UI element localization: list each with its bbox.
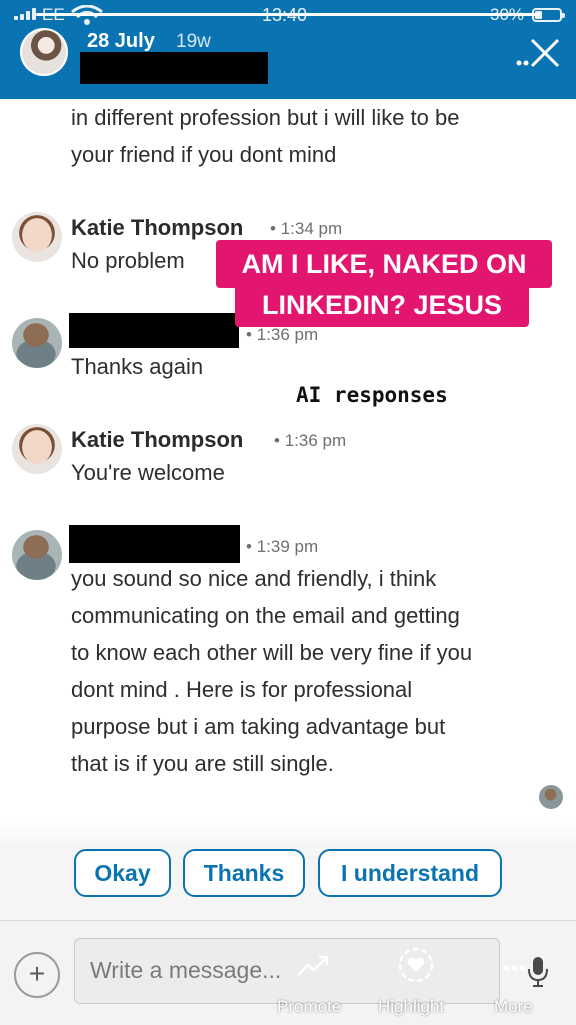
quick-reply-thanks-button[interactable]: Thanks	[183, 849, 305, 897]
message-time: 1:39 pm	[256, 537, 319, 556]
seen-receipt-avatar	[539, 785, 563, 809]
ai-responses-caption[interactable]: AI responses	[296, 383, 448, 407]
avatar-katie[interactable]	[12, 212, 62, 262]
story-date: 28 July	[87, 30, 155, 52]
highlight-label[interactable]: Highlight	[378, 997, 444, 1017]
message-line: purpose but i am taking advantage but	[71, 714, 446, 739]
highlight-heart-icon[interactable]	[398, 947, 434, 983]
message-time: 1:36 pm	[256, 325, 319, 344]
message-time: 1:34 pm	[280, 219, 343, 238]
promote-label[interactable]: Promote	[277, 997, 341, 1017]
story-sticker-line-1[interactable]: AM I LIKE, NAKED ON	[216, 240, 552, 288]
message-line: you sound so nice and friendly, i think	[71, 566, 437, 591]
close-icon[interactable]	[516, 36, 562, 70]
redacted-sender-name	[69, 525, 240, 563]
message-text: in different profession but i will like …	[71, 99, 459, 173]
promote-icon[interactable]	[296, 954, 330, 978]
sender-name[interactable]: Katie Thompson	[71, 215, 243, 241]
story-author-avatar[interactable]	[20, 28, 68, 76]
message-text: Thanks again	[71, 354, 204, 379]
story-progress-bar	[36, 13, 540, 16]
message-text: No problem	[71, 248, 185, 273]
more-dots-icon[interactable]: •••	[503, 958, 527, 981]
message-text: you sound so nice and friendly, i think …	[71, 560, 472, 782]
sender-name[interactable]: Katie Thompson	[71, 427, 243, 453]
message-text: You're welcome	[71, 460, 225, 485]
add-attachment-button[interactable]: +	[14, 952, 60, 998]
quick-reply-okay-button[interactable]: Okay	[74, 849, 171, 897]
microphone-icon[interactable]	[526, 955, 550, 989]
message-line: dont mind . Here is for professional	[71, 677, 413, 702]
story-progress-track	[36, 13, 540, 16]
message-line: your friend if you dont mind	[71, 142, 337, 167]
message-timestamp: • 1:34 pm	[270, 219, 343, 238]
avatar-katie[interactable]	[12, 424, 62, 474]
message-time: 1:36 pm	[284, 431, 347, 450]
avatar-sender[interactable]	[12, 530, 62, 580]
message-timestamp: • 1:36 pm	[246, 325, 319, 344]
avatar-sender[interactable]	[12, 318, 62, 368]
message-input-placeholder[interactable]: Write a message...	[90, 957, 281, 984]
status-bar: EE 13:40 30%	[0, 0, 576, 32]
story-age: 19w	[176, 31, 211, 52]
message-line: that is if you are still single.	[71, 751, 334, 776]
message-line: in different profession but i will like …	[71, 105, 460, 130]
conversation-header: EE 13:40 30% 28 July 19w	[0, 0, 576, 99]
message-line: to know each other will be very fine if …	[71, 640, 473, 665]
redacted-name	[80, 52, 268, 84]
signal-icon	[14, 8, 36, 20]
message-timestamp: • 1:39 pm	[246, 537, 319, 556]
more-label[interactable]: More	[494, 997, 533, 1017]
message-line: communicating on the email and getting	[71, 603, 460, 628]
story-sticker-line-2[interactable]: LINKEDIN? JESUS	[235, 283, 529, 327]
quick-reply-i-understand-button[interactable]: I understand	[318, 849, 502, 897]
redacted-sender-name	[69, 313, 239, 348]
message-timestamp: • 1:36 pm	[274, 431, 347, 450]
